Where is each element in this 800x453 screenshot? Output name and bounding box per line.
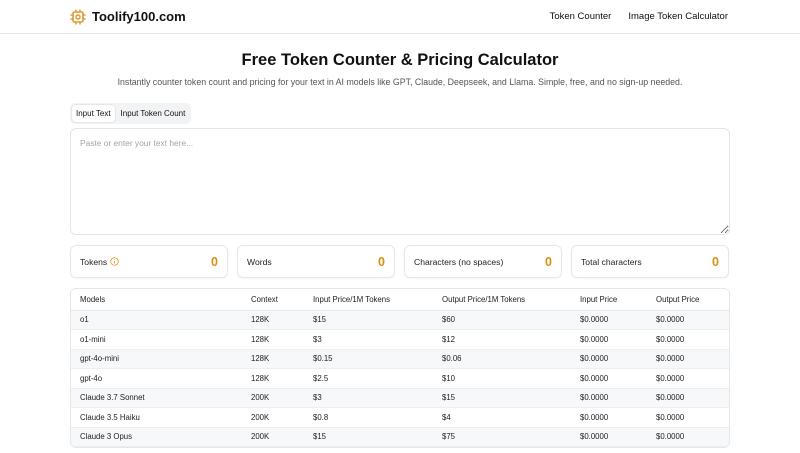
text-input[interactable] <box>70 128 730 235</box>
cell-output-price-1m: $4 <box>433 407 571 428</box>
cell-input-price-1m: $3 <box>304 388 433 408</box>
cell-output-price-1m: $60 <box>433 310 571 330</box>
cell-model: gpt-4o <box>71 368 242 389</box>
cell-input-price: $0.0000 <box>571 388 647 408</box>
cell-context: 128K <box>242 329 304 350</box>
cell-context: 200K <box>242 427 304 447</box>
stat-tokens-value: 0 <box>211 254 218 269</box>
nav-image-token-calculator[interactable]: Image Token Calculator <box>628 11 728 22</box>
cell-output-price-1m: $12 <box>433 329 571 350</box>
nav-token-counter[interactable]: Token Counter <box>550 11 612 22</box>
cell-input-price-1m: $0.8 <box>304 407 433 428</box>
cell-model: o1 <box>71 310 242 330</box>
cell-output-price-1m: $75 <box>433 427 571 447</box>
table-row: Claude 3.5 Haiku 200K $0.8 $4 $0.0000 $0… <box>71 407 729 428</box>
table-row: o1 128K $15 $60 $0.0000 $0.0000 <box>71 310 729 330</box>
stat-total-characters: Total characters 0 <box>571 245 729 278</box>
col-input-price-1m: Input Price/1M Tokens <box>304 289 433 311</box>
cell-model: Claude 3 Opus <box>71 427 242 447</box>
cell-input-price: $0.0000 <box>571 427 647 447</box>
app-window: Toolify100.com Token Counter Image Token… <box>0 0 800 453</box>
cell-output-price: $0.0000 <box>647 407 729 428</box>
table-header-row: Models Context Input Price/1M Tokens Out… <box>71 289 729 311</box>
cell-output-price: $0.0000 <box>647 368 729 389</box>
input-mode-tabs: Input Text Input Token Count <box>70 103 192 124</box>
cell-input-price: $0.0000 <box>571 349 647 369</box>
cell-output-price: $0.0000 <box>647 427 729 447</box>
table-row: gpt-4o-mini 128K $0.15 $0.06 $0.0000 $0.… <box>71 349 729 369</box>
cell-input-price: $0.0000 <box>571 310 647 330</box>
top-nav: Token Counter Image Token Calculator <box>550 11 728 22</box>
page-title: Free Token Counter & Pricing Calculator <box>241 51 559 69</box>
cell-output-price-1m: $15 <box>433 388 571 408</box>
col-models: Models <box>71 289 242 311</box>
cell-input-price-1m: $3 <box>304 329 433 350</box>
stat-characters-no-spaces-value: 0 <box>545 254 552 269</box>
stats-row: Tokens 0 Words 0 Characters (no spaces) … <box>70 245 730 278</box>
cell-output-price: $0.0000 <box>647 329 729 350</box>
brand[interactable]: Toolify100.com <box>70 9 186 25</box>
cell-context: 128K <box>242 349 304 369</box>
table-row: Claude 3 Opus 200K $15 $75 $0.0000 $0.00… <box>71 427 729 447</box>
cell-context: 128K <box>242 310 304 330</box>
table-row: gpt-4o 128K $2.5 $10 $0.0000 $0.0000 <box>71 368 729 389</box>
cell-input-price-1m: $15 <box>304 427 433 447</box>
cell-output-price: $0.0000 <box>647 388 729 408</box>
table-row: Claude 3.7 Sonnet 200K $3 $15 $0.0000 $0… <box>71 388 729 408</box>
page-subtitle: Instantly counter token count and pricin… <box>117 77 683 87</box>
main-content: Input Text Input Token Count Tokens 0 <box>0 87 800 448</box>
brand-name: Toolify100.com <box>92 9 186 24</box>
cell-model: o1-mini <box>71 329 242 350</box>
stat-tokens-label-wrap: Tokens <box>80 257 119 267</box>
tab-input-text[interactable]: Input Text <box>72 105 115 122</box>
cell-input-price-1m: $2.5 <box>304 368 433 389</box>
col-output-price-1m: Output Price/1M Tokens <box>433 289 571 311</box>
cell-output-price: $0.0000 <box>647 310 729 330</box>
stat-tokens: Tokens 0 <box>70 245 228 278</box>
cell-output-price-1m: $0.06 <box>433 349 571 369</box>
info-icon[interactable] <box>110 257 119 266</box>
cell-input-price: $0.0000 <box>571 368 647 389</box>
cell-input-price-1m: $0.15 <box>304 349 433 369</box>
tab-input-token-count[interactable]: Input Token Count <box>117 105 190 122</box>
cell-context: 200K <box>242 407 304 428</box>
table-row: o1-mini 128K $3 $12 $0.0000 $0.0000 <box>71 329 729 350</box>
col-output-price: Output Price <box>647 289 729 311</box>
stat-words-label: Words <box>247 256 272 267</box>
cell-input-price-1m: $15 <box>304 310 433 330</box>
cell-output-price: $0.0000 <box>647 349 729 369</box>
gear-icon <box>70 9 86 25</box>
cell-context: 128K <box>242 368 304 389</box>
cell-input-price: $0.0000 <box>571 329 647 350</box>
pricing-table: Models Context Input Price/1M Tokens Out… <box>70 288 730 448</box>
cell-model: Claude 3.5 Haiku <box>71 407 242 428</box>
cell-model: Claude 3.7 Sonnet <box>71 388 242 408</box>
stat-total-characters-label: Total characters <box>581 256 642 267</box>
stat-words: Words 0 <box>237 245 395 278</box>
stat-words-value: 0 <box>378 254 385 269</box>
col-context: Context <box>242 289 304 311</box>
stat-tokens-label: Tokens <box>80 256 108 267</box>
cell-model: gpt-4o-mini <box>71 349 242 369</box>
site-header: Toolify100.com Token Counter Image Token… <box>0 0 800 34</box>
stat-characters-no-spaces-label: Characters (no spaces) <box>414 256 504 267</box>
col-input-price: Input Price <box>571 289 647 311</box>
stat-characters-no-spaces: Characters (no spaces) 0 <box>404 245 562 278</box>
cell-input-price: $0.0000 <box>571 407 647 428</box>
cell-context: 200K <box>242 388 304 408</box>
stat-total-characters-value: 0 <box>712 254 719 269</box>
cell-output-price-1m: $10 <box>433 368 571 389</box>
